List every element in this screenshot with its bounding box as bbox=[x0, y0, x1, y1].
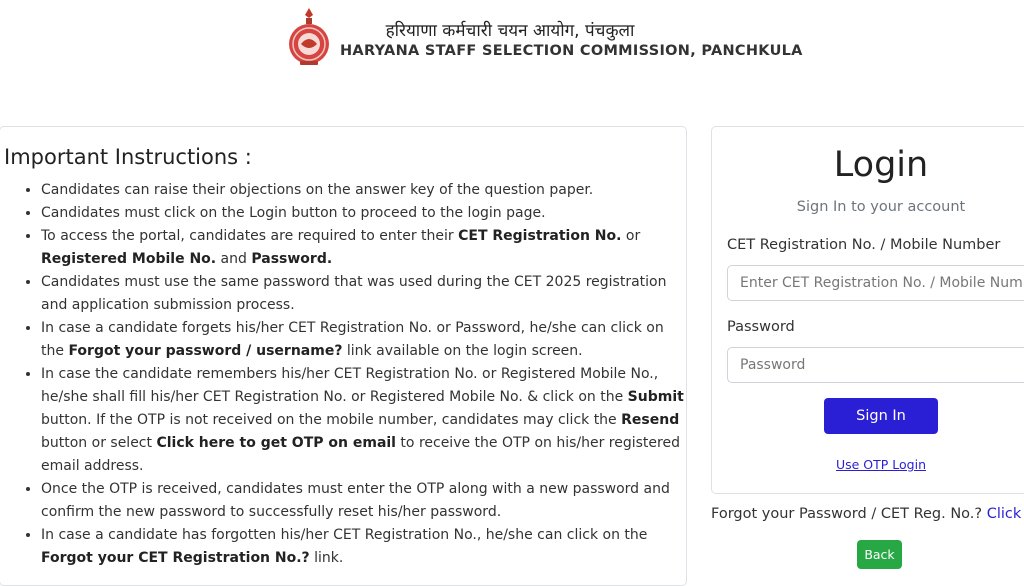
instruction-item: In case the candidate remembers his/her … bbox=[41, 363, 684, 478]
login-subtitle: Sign In to your account bbox=[796, 199, 966, 215]
instruction-bold-text: Registered Mobile No. bbox=[41, 251, 217, 267]
instruction-item: Candidates can raise their objections on… bbox=[41, 179, 684, 202]
instruction-text: Candidates must click on the Login butto… bbox=[41, 205, 546, 221]
instruction-text: In case a candidate has forgotten his/he… bbox=[41, 527, 648, 543]
instruction-text: and bbox=[216, 251, 252, 267]
page-header: हरियाणा कर्मचारी चयन आयोग, पंचकुला HARYA… bbox=[0, 0, 1024, 90]
instruction-item: To access the portal, candidates are req… bbox=[41, 225, 684, 271]
instruction-item: In case a candidate forgets his/her CET … bbox=[41, 317, 684, 363]
instruction-bold-text: Resend bbox=[621, 412, 680, 428]
otp-login-link[interactable]: Use OTP Login bbox=[712, 457, 1024, 472]
instruction-bold-text: CET Registration No. bbox=[458, 228, 622, 244]
commission-title-english: HARYANA STAFF SELECTION COMMISSION, PANC… bbox=[340, 43, 803, 59]
instruction-text: button or select bbox=[41, 435, 157, 451]
registration-label: CET Registration No. / Mobile Number bbox=[727, 237, 1001, 253]
state-emblem-icon bbox=[289, 8, 329, 65]
forgot-click-here-link[interactable]: Click here bbox=[987, 506, 1024, 522]
forgot-text: Forgot your Password / CET Reg. No.? bbox=[711, 506, 983, 522]
instruction-bold-text: Click here to get OTP on email bbox=[156, 435, 396, 451]
instruction-text: To access the portal, candidates are req… bbox=[41, 228, 459, 244]
instruction-text: button. If the OTP is not received on th… bbox=[41, 412, 622, 428]
sign-in-button[interactable]: Sign In bbox=[824, 398, 938, 434]
instruction-item: Once the OTP is received, candidates mus… bbox=[41, 478, 684, 524]
instruction-item: Candidates must use the same password th… bbox=[41, 271, 684, 317]
back-button[interactable]: Back bbox=[857, 540, 902, 569]
instructions-heading: Important Instructions : bbox=[4, 145, 252, 169]
instruction-bold-text: Forgot your password / username? bbox=[68, 343, 343, 359]
instruction-text: Once the OTP is received, candidates mus… bbox=[41, 481, 670, 520]
instruction-text: link available on the login screen. bbox=[342, 343, 583, 359]
instruction-text: or bbox=[621, 228, 641, 244]
login-title: Login bbox=[833, 145, 929, 185]
forgot-credentials: Forgot your Password / CET Reg. No.? Cli… bbox=[711, 506, 1024, 522]
instruction-text: link. bbox=[309, 550, 344, 566]
password-input[interactable] bbox=[727, 347, 1024, 383]
instruction-text: Candidates must use the same password th… bbox=[41, 274, 667, 313]
instruction-bold-text: Submit bbox=[627, 389, 684, 405]
instructions-panel: Important Instructions : Candidates can … bbox=[0, 126, 687, 586]
login-card: Login Sign In to your account CET Regist… bbox=[711, 126, 1024, 494]
instruction-text: Candidates can raise their objections on… bbox=[41, 182, 594, 198]
instruction-item: In case a candidate has forgotten his/he… bbox=[41, 524, 684, 570]
commission-title-hindi: हरियाणा कर्मचारी चयन आयोग, पंचकुला bbox=[385, 21, 635, 41]
instruction-bold-text: Password. bbox=[251, 251, 333, 267]
instruction-bold-text: Forgot your CET Registration No.? bbox=[41, 550, 310, 566]
instruction-item: Candidates must click on the Login butto… bbox=[41, 202, 684, 225]
instructions-list: Candidates can raise their objections on… bbox=[20, 179, 684, 570]
registration-input[interactable] bbox=[727, 265, 1024, 301]
password-label: Password bbox=[727, 319, 795, 335]
instruction-text: In case the candidate remembers his/her … bbox=[41, 366, 659, 405]
